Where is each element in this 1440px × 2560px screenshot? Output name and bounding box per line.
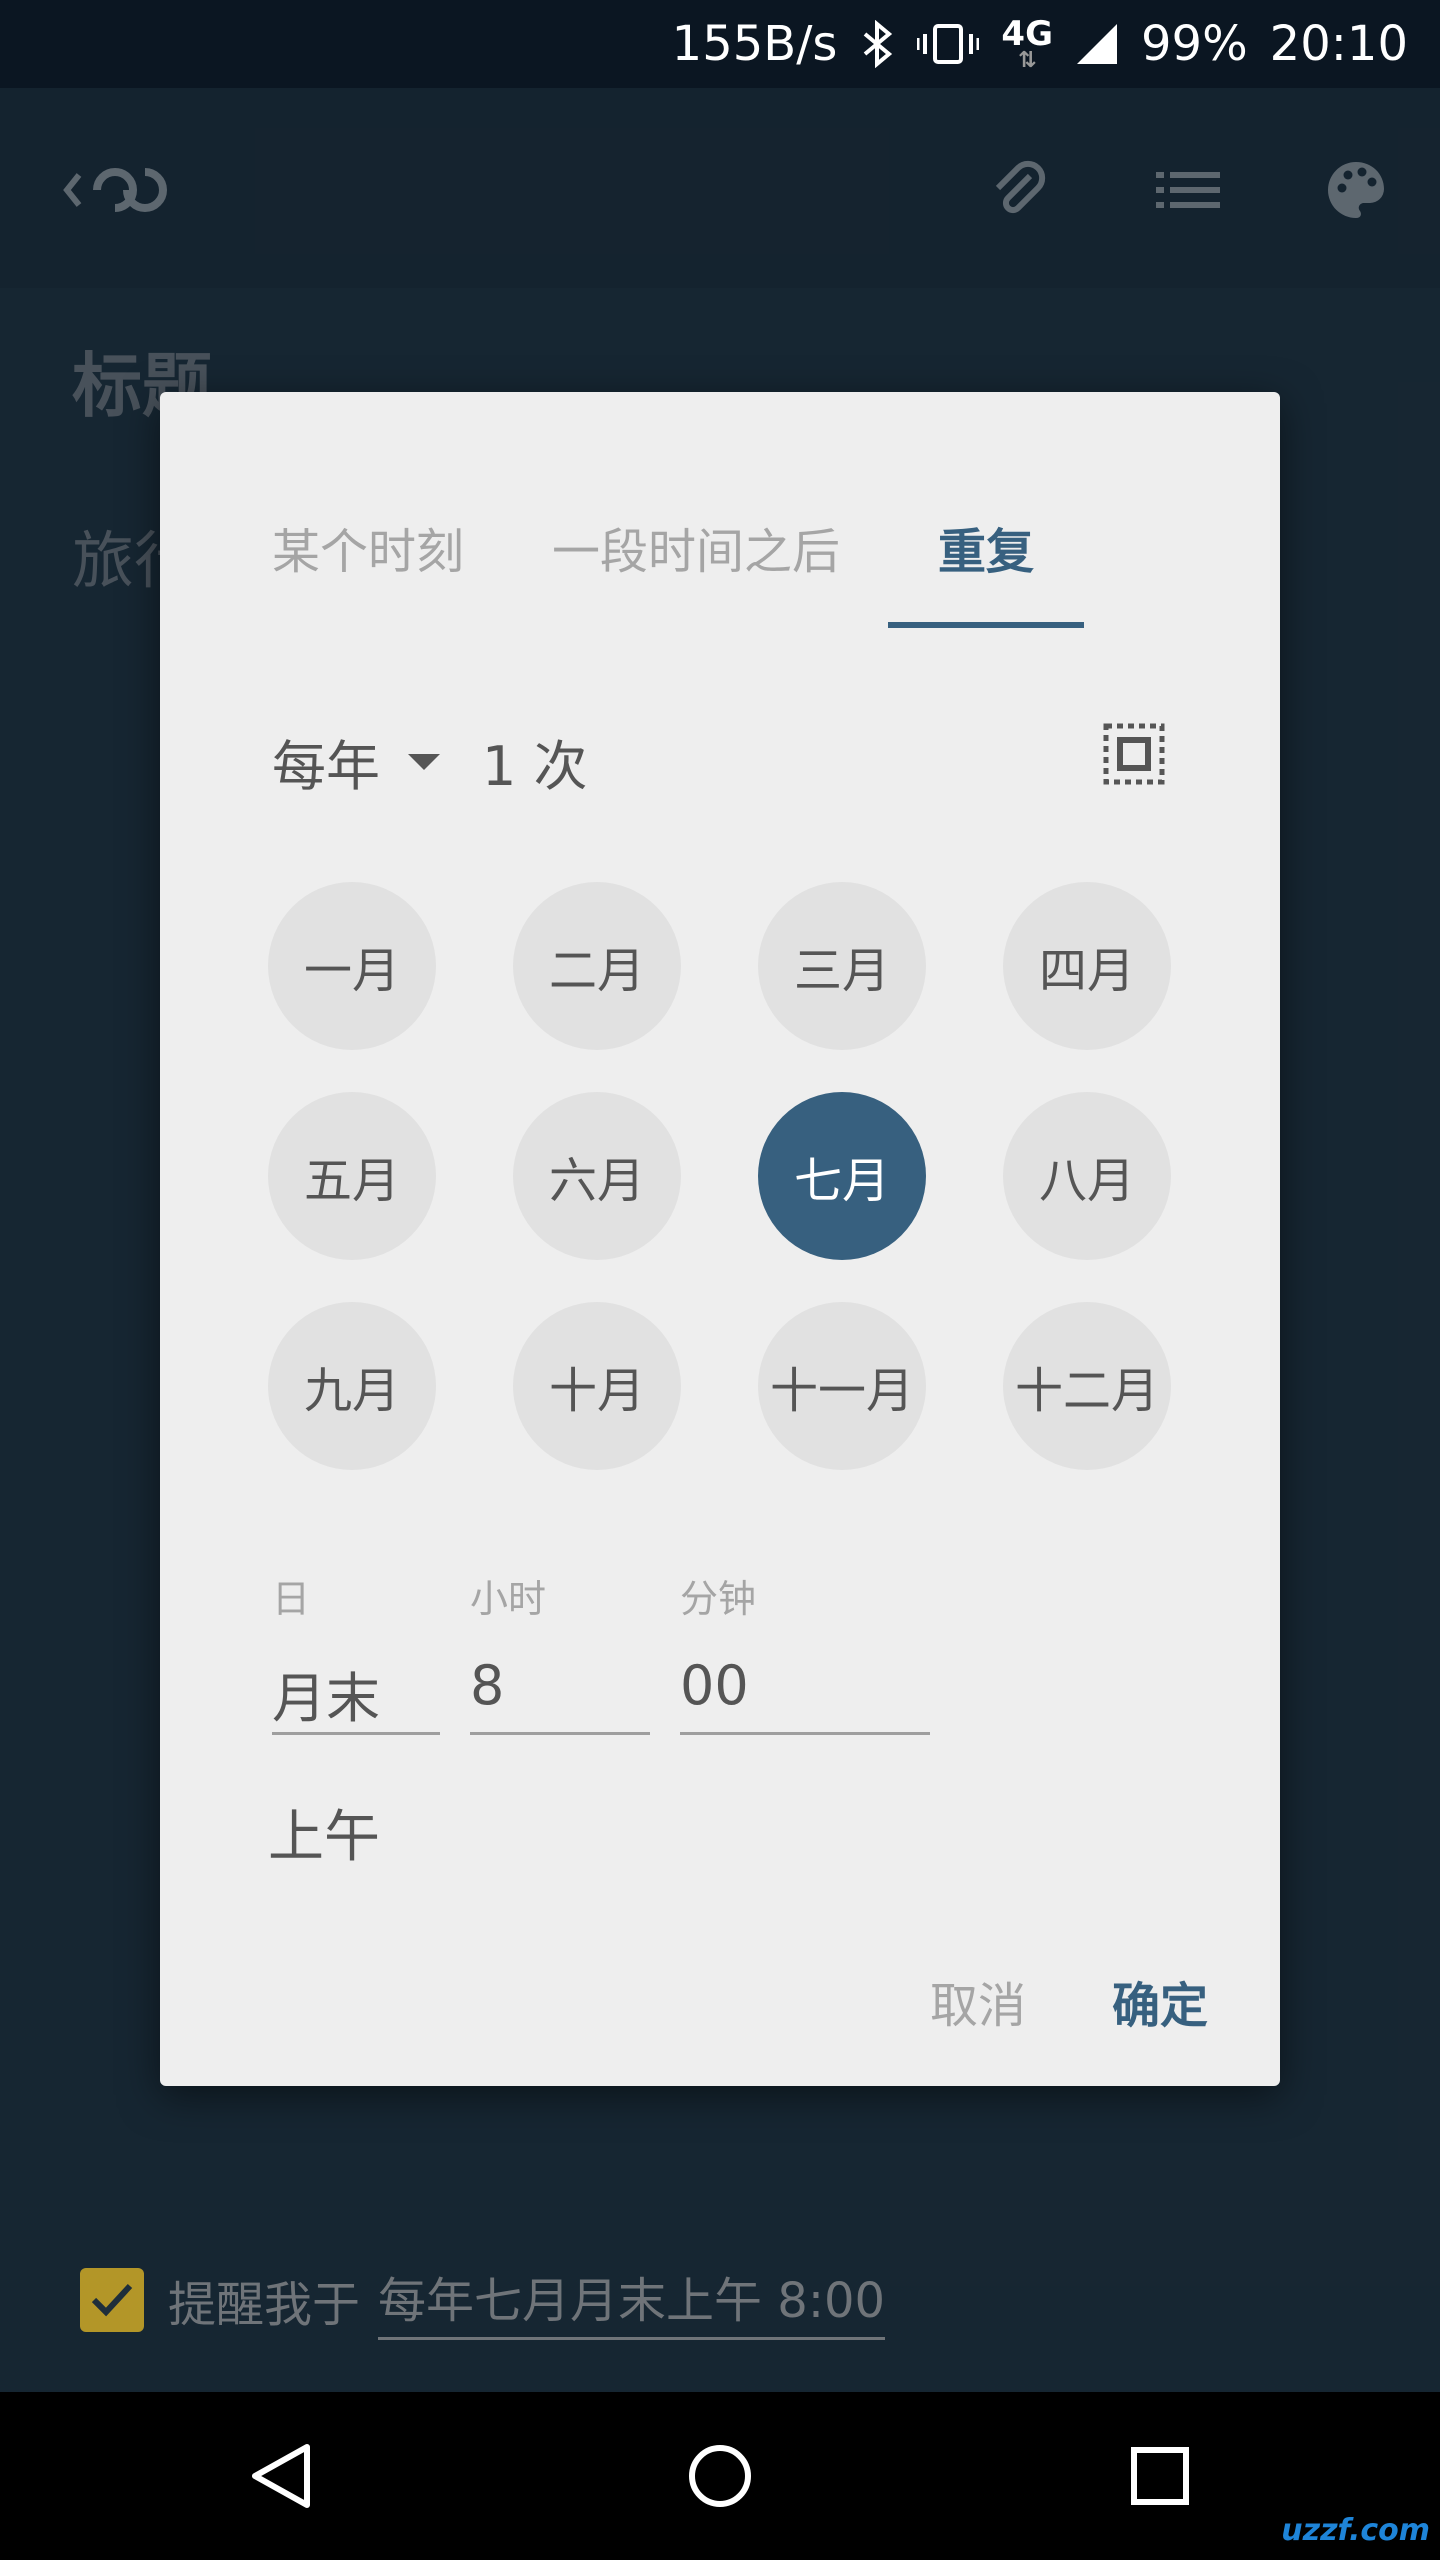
tab-indicator	[888, 622, 1084, 628]
minute-underline	[680, 1732, 930, 1735]
day-label: 日	[272, 1577, 311, 1621]
frequency-selector[interactable]: 每年 1 次	[272, 722, 588, 801]
status-bar: 155B/s 4G ⇅ 99% 20:10	[0, 0, 1440, 88]
month-5-button[interactable]: 五月	[268, 1092, 436, 1260]
tab-after-duration[interactable]: 一段时间之后	[552, 512, 840, 582]
month-2-button[interactable]: 二月	[513, 882, 681, 1050]
month-4-button[interactable]: 四月	[1003, 882, 1171, 1050]
reminder-row: 提醒我于 每年七月月末上午 8:00	[80, 2258, 886, 2342]
nav-back-icon[interactable]	[232, 2426, 332, 2526]
hour-field[interactable]: 8	[470, 1654, 504, 1717]
month-10-button[interactable]: 十月	[513, 1302, 681, 1470]
month-6-button[interactable]: 六月	[513, 1092, 681, 1260]
reminder-checkbox[interactable]	[80, 2268, 144, 2332]
day-field[interactable]: 月末	[272, 1654, 380, 1733]
watermark: uzzf.com	[1281, 2513, 1430, 2548]
hour-underline	[470, 1732, 650, 1735]
dropdown-arrow-icon	[408, 753, 440, 770]
network-type: 4G ⇅	[1001, 14, 1053, 73]
month-1-button[interactable]: 一月	[268, 882, 436, 1050]
reminder-label: 提醒我于	[168, 2277, 361, 2333]
tab-repeat[interactable]: 重复	[938, 512, 1034, 582]
month-7-button[interactable]: 七月	[758, 1092, 926, 1260]
frequency-value: 每年	[272, 735, 380, 798]
reminder-dialog: 某个时刻 一段时间之后 重复 每年 1 次 一月 二月 三月 四月五月 六月 七月 八月九月…	[160, 392, 1280, 2086]
vibrate-icon	[917, 20, 980, 68]
signal-icon	[1075, 22, 1119, 66]
net-speed: 155B/s	[671, 16, 838, 72]
navigation-bar: uzzf.com	[0, 2392, 1440, 2560]
nav-recents-icon[interactable]	[1110, 2426, 1210, 2526]
clock: 20:10	[1269, 16, 1408, 72]
ok-button[interactable]: 确定	[1112, 1966, 1208, 2036]
nav-home-icon[interactable]	[670, 2426, 770, 2526]
day-underline	[272, 1732, 440, 1735]
data-arrows-icon: ⇅	[1017, 48, 1037, 73]
minute-field[interactable]: 00	[680, 1654, 749, 1717]
month-12-button[interactable]: 十二月	[1003, 1302, 1171, 1470]
cancel-button[interactable]: 取消	[930, 1966, 1026, 2036]
select-all-icon[interactable]	[1102, 722, 1166, 786]
month-3-button[interactable]: 三月	[758, 882, 926, 1050]
hour-label: 小时	[470, 1577, 547, 1621]
checkmark-icon	[91, 2283, 133, 2317]
month-11-button[interactable]: 十一月	[758, 1302, 926, 1470]
month-9-button[interactable]: 九月	[268, 1302, 436, 1470]
minute-label: 分钟	[680, 1577, 757, 1621]
tab-specific-time[interactable]: 某个时刻	[272, 512, 464, 582]
ampm-toggle[interactable]: 上午	[268, 1792, 380, 1873]
network-label: 4G	[1001, 14, 1053, 54]
bluetooth-icon	[859, 20, 895, 68]
month-8-button[interactable]: 八月	[1003, 1092, 1171, 1260]
repeat-count[interactable]: 1 次	[482, 722, 588, 801]
reminder-value[interactable]: 每年七月月末上午 8:00	[378, 2261, 886, 2340]
battery-level: 99%	[1140, 16, 1248, 72]
